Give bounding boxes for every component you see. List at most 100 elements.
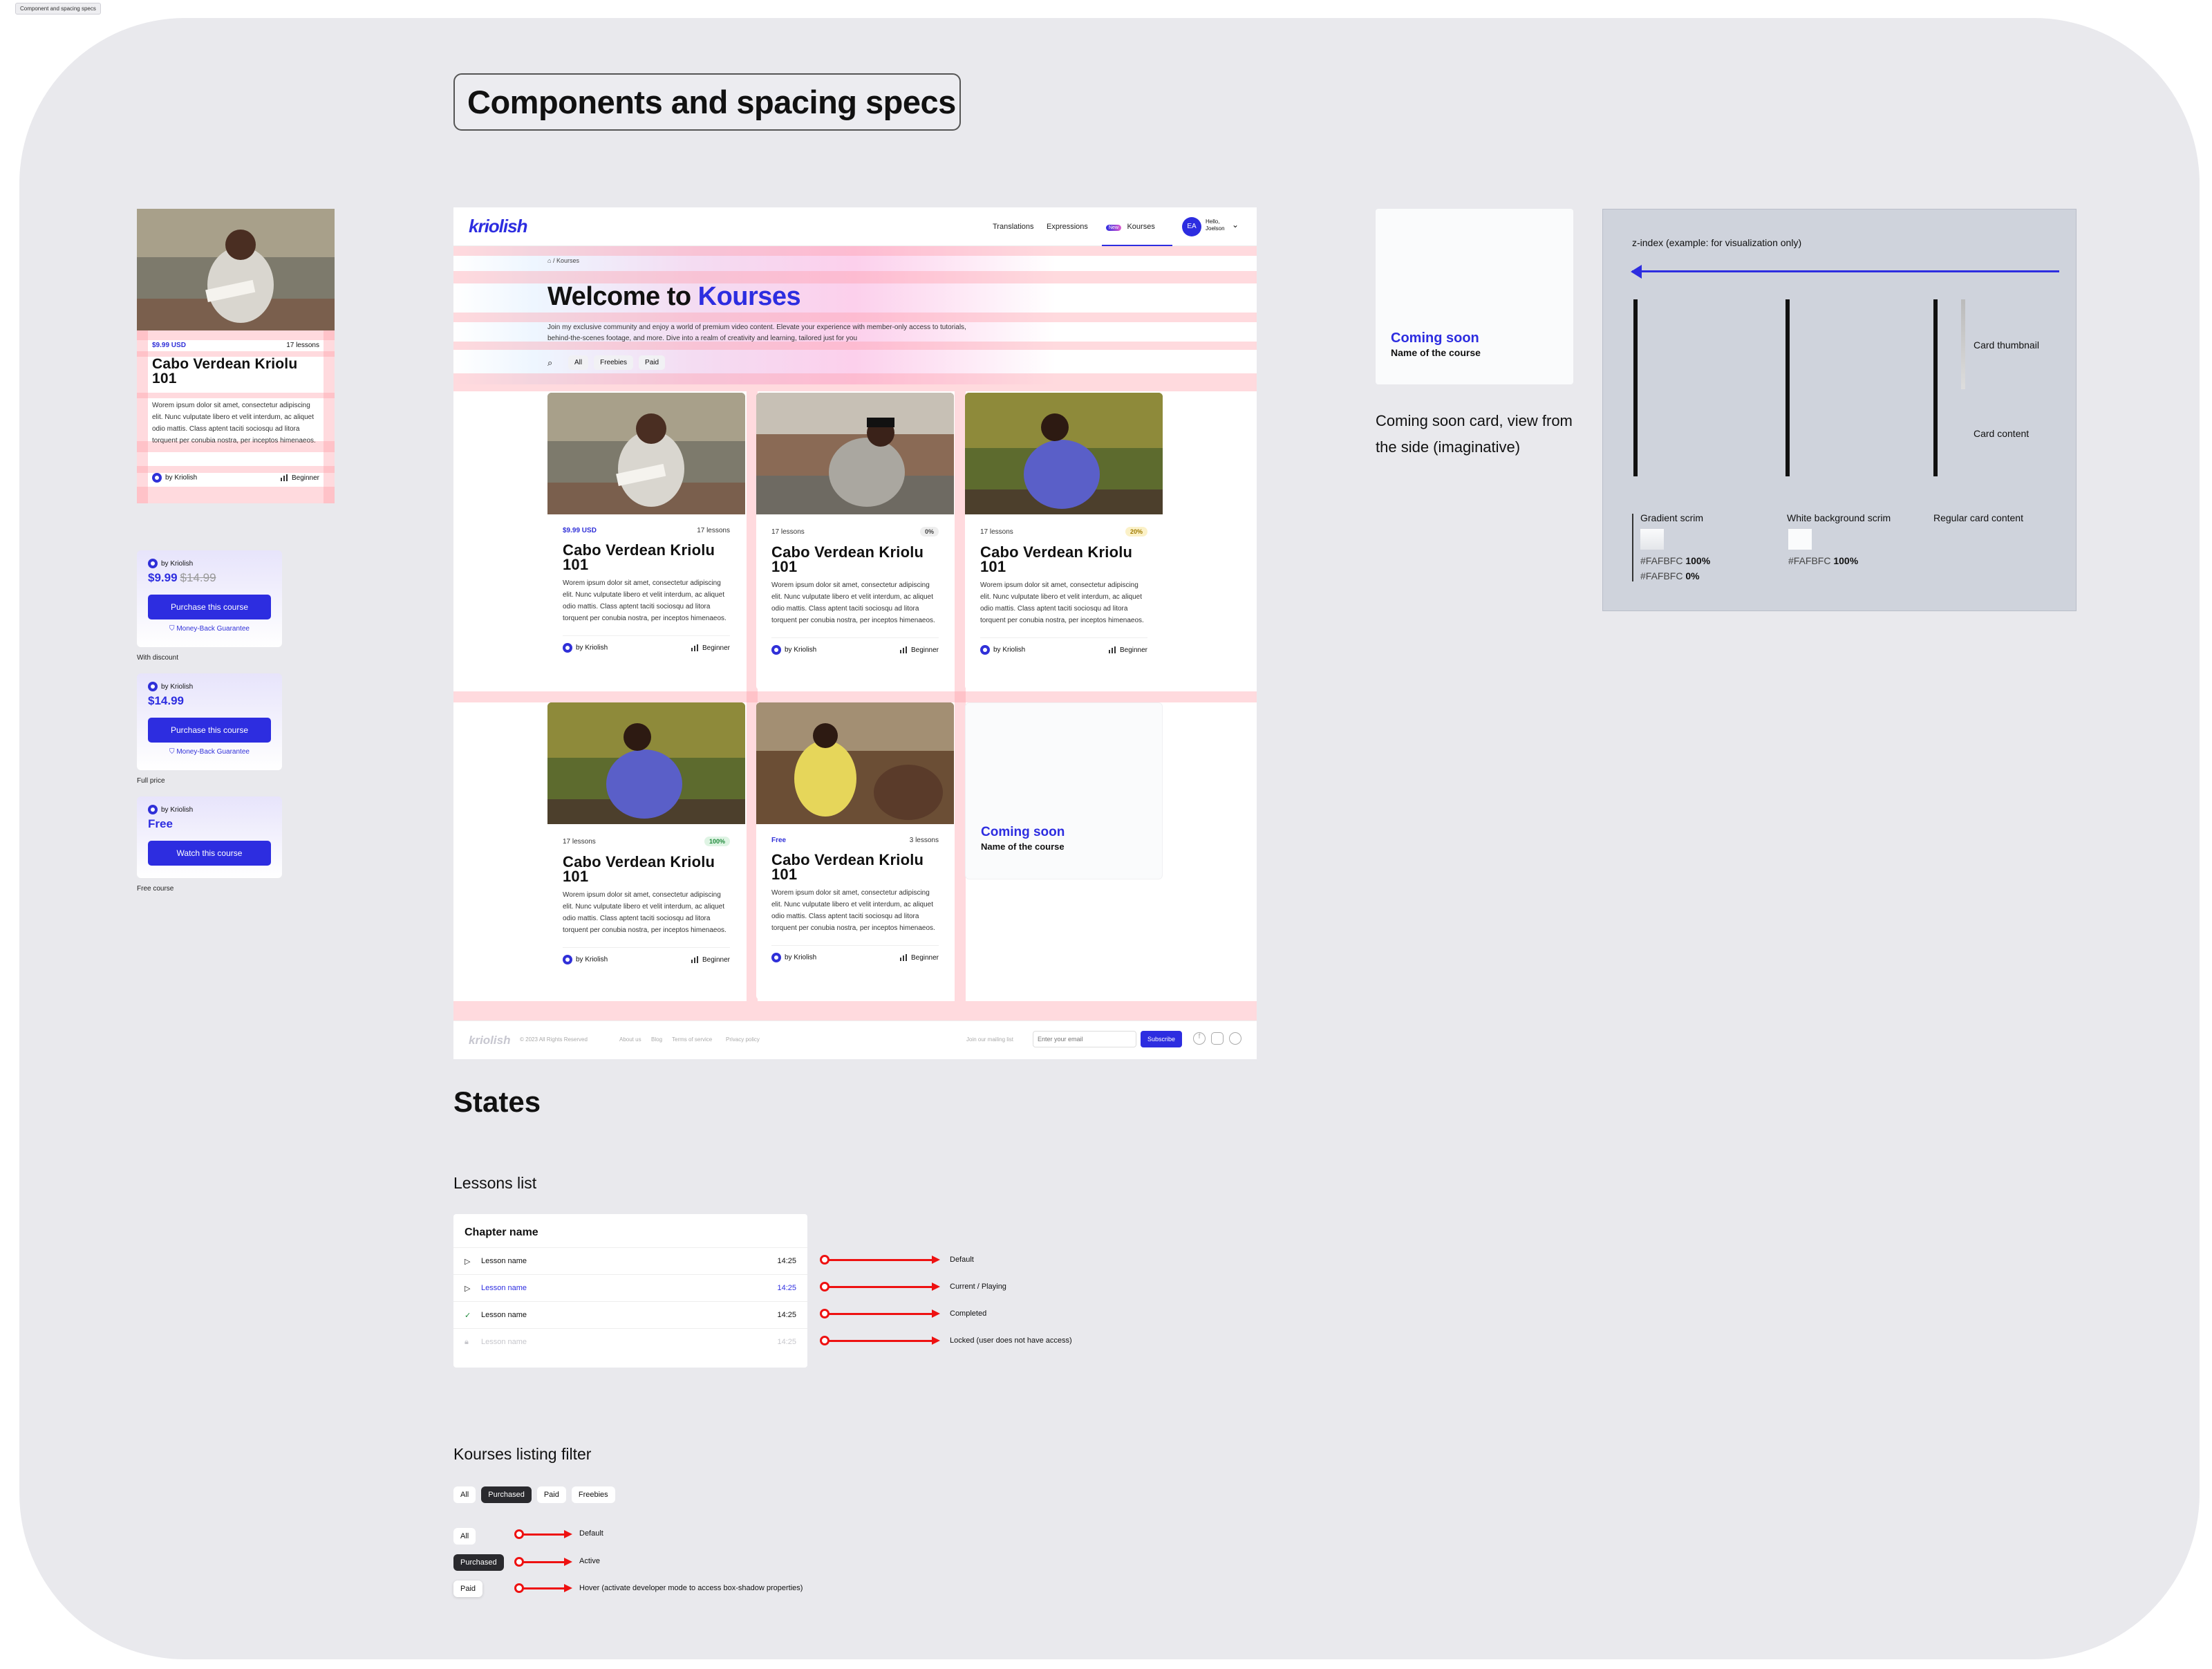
new-badge: New [1106,225,1122,231]
footer-link[interactable]: Blog [651,1036,662,1043]
instagram-icon[interactable] [1211,1032,1224,1045]
course-title: Cabo Verdean Kriolu 101 [563,853,715,885]
whatsapp-icon[interactable] [1229,1032,1241,1045]
filter-all[interactable]: All [453,1486,476,1503]
lessons-list-title: Lessons list [453,1174,537,1192]
course-card[interactable]: 17 lessons 100% Cabo Verdean Kriolu 101 W… [547,702,745,1000]
watch-button[interactable]: Watch this course [148,841,271,866]
pointer-line [828,1313,932,1315]
coming-soon-title: Coming soon [1391,330,1479,346]
lock-icon: 🔒︎ [465,1337,469,1346]
chevron-down-icon[interactable]: ⌄ [1232,220,1239,230]
author-avatar-icon [771,953,781,962]
purchase-button[interactable]: Purchase this course [148,595,271,619]
state-label: Locked (user does not have access) [950,1336,1072,1345]
footer-link[interactable]: Terms of service [672,1036,712,1043]
lessons-count: 17 lessons [286,342,319,349]
email-input[interactable] [1033,1031,1136,1047]
pointer-head [932,1336,940,1345]
level-bars-icon [899,646,907,653]
course-title: Cabo Verdean Kriolu 101 [563,541,715,573]
frame-tag: Component and spacing specs [15,3,101,15]
course-card[interactable]: 17 lessons 0% Cabo Verdean Kriolu 101 Wor… [756,393,954,690]
coming-soon-caption: Coming soon card, view from the side (im… [1376,412,1573,456]
breadcrumb: ⌂ / Kourses [547,257,580,264]
layer-name: Gradient scrim [1640,512,1704,523]
level: Beginner [280,474,319,482]
filter-paid[interactable]: Paid [536,1486,566,1503]
home-icon[interactable]: ⌂ [547,257,551,264]
thumb-label: Card thumbnail [1974,339,2039,351]
author: by Kriolish [771,645,816,655]
course-description: Worem ipsum dolor sit amet, consectetur … [152,402,316,445]
pointer-head [932,1256,940,1264]
chapter-name: Chapter name [465,1227,538,1238]
level-bars-icon [691,955,698,963]
author: by Kriolish [152,473,197,483]
lessons-count: 17 lessons [771,528,805,536]
price-label: $9.99 USD [563,527,597,534]
filter-chip-active[interactable]: Purchased [453,1554,504,1571]
gradient-swatch [1640,529,1664,550]
purchase-button[interactable]: Purchase this course [148,718,271,743]
filter-purchased[interactable]: Purchased [481,1486,532,1503]
lesson-row-completed[interactable]: ✓ Lesson name 14:25 [453,1301,807,1328]
price-label: $9.99 USD [152,342,186,349]
footer-logo[interactable]: kriolish [469,1034,510,1047]
course-card[interactable]: Free 3 lessons Cabo Verdean Kriolu 101 Wo… [756,702,954,1000]
filter-chip-default[interactable]: All [453,1528,476,1545]
filter-freebies[interactable]: Freebies [571,1486,615,1503]
layer-bar [1785,299,1790,476]
nav-expressions[interactable]: Expressions [1047,223,1088,231]
level-bars-icon [691,644,698,651]
footer-link[interactable]: Privacy policy [726,1036,760,1043]
lessons-list: Chapter name ▷ Lesson name 14:25 ▷ Lesson n… [453,1214,807,1368]
course-title: Cabo Verdean Kriolu 101 [771,543,924,575]
price: Free [148,817,173,830]
zindex-panel: z-index (example: for visualization only… [1602,209,2077,611]
coming-soon-name: Name of the course [1391,347,1481,358]
progress-badge: 100% [704,837,730,846]
search-icon[interactable]: ⌕ [547,357,563,369]
course-card[interactable]: $9.99 USD 17 lessons Cabo Verdean Kriolu … [547,393,745,690]
level: Beginner [1108,646,1147,654]
layer-bar [1933,299,1938,476]
coming-soon-card: Coming soon Name of the course [965,702,1163,879]
footer-link[interactable]: About us [619,1036,641,1043]
state-label: Default [579,1529,603,1538]
level: Beginner [899,954,939,962]
layer-name: White background scrim [1787,512,1891,523]
pointer-line [523,1561,564,1563]
state-label: Hover (activate developer mode to access… [579,1584,803,1592]
author-avatar-icon [148,682,158,691]
kriolish-logo[interactable]: kriolish [469,216,527,237]
nav-translations[interactable]: Translations [993,223,1034,231]
facebook-icon[interactable]: f [1193,1032,1206,1045]
coming-soon-title: Coming soon [981,825,1065,839]
money-back-guarantee: ⛉ Money-Back Guarantee [169,748,250,756]
lesson-row-current[interactable]: ▷ Lesson name 14:25 [453,1274,807,1301]
course-card[interactable]: 17 lessons 20% Cabo Verdean Kriolu 101 Wo… [965,393,1163,690]
hero-subtitle: Join my exclusive community and enjoy a … [547,324,966,342]
user-avatar[interactable]: EA [1182,217,1201,236]
pointer-head [932,1309,940,1318]
pointer-head [564,1584,572,1592]
level-bars-icon [280,474,288,481]
filter-freebies[interactable]: Freebies [594,355,634,370]
nav-kourses[interactable]: New Kourses [1102,220,1172,246]
filter-paid[interactable]: Paid [639,355,666,370]
state-label: Default [950,1256,974,1264]
pointer-head [932,1283,940,1291]
subscribe-button[interactable]: Subscribe [1141,1031,1183,1047]
filter-all[interactable]: All [568,355,589,370]
lesson-row-default[interactable]: ▷ Lesson name 14:25 [453,1247,807,1274]
pointer-line [828,1340,932,1342]
course-description: Worem ipsum dolor sit amet, consectetur … [980,581,1144,624]
photo-woman-reading [547,702,745,824]
state-label: Active [579,1557,600,1565]
filter-chip-hover[interactable]: Paid [453,1581,483,1597]
lessons-count: 17 lessons [980,528,1013,536]
filter-section-title: Kourses listing filter [453,1445,592,1463]
progress-badge: 20% [1125,527,1147,537]
purchase-panel-free: by Kriolish Free Watch this course [137,796,282,878]
